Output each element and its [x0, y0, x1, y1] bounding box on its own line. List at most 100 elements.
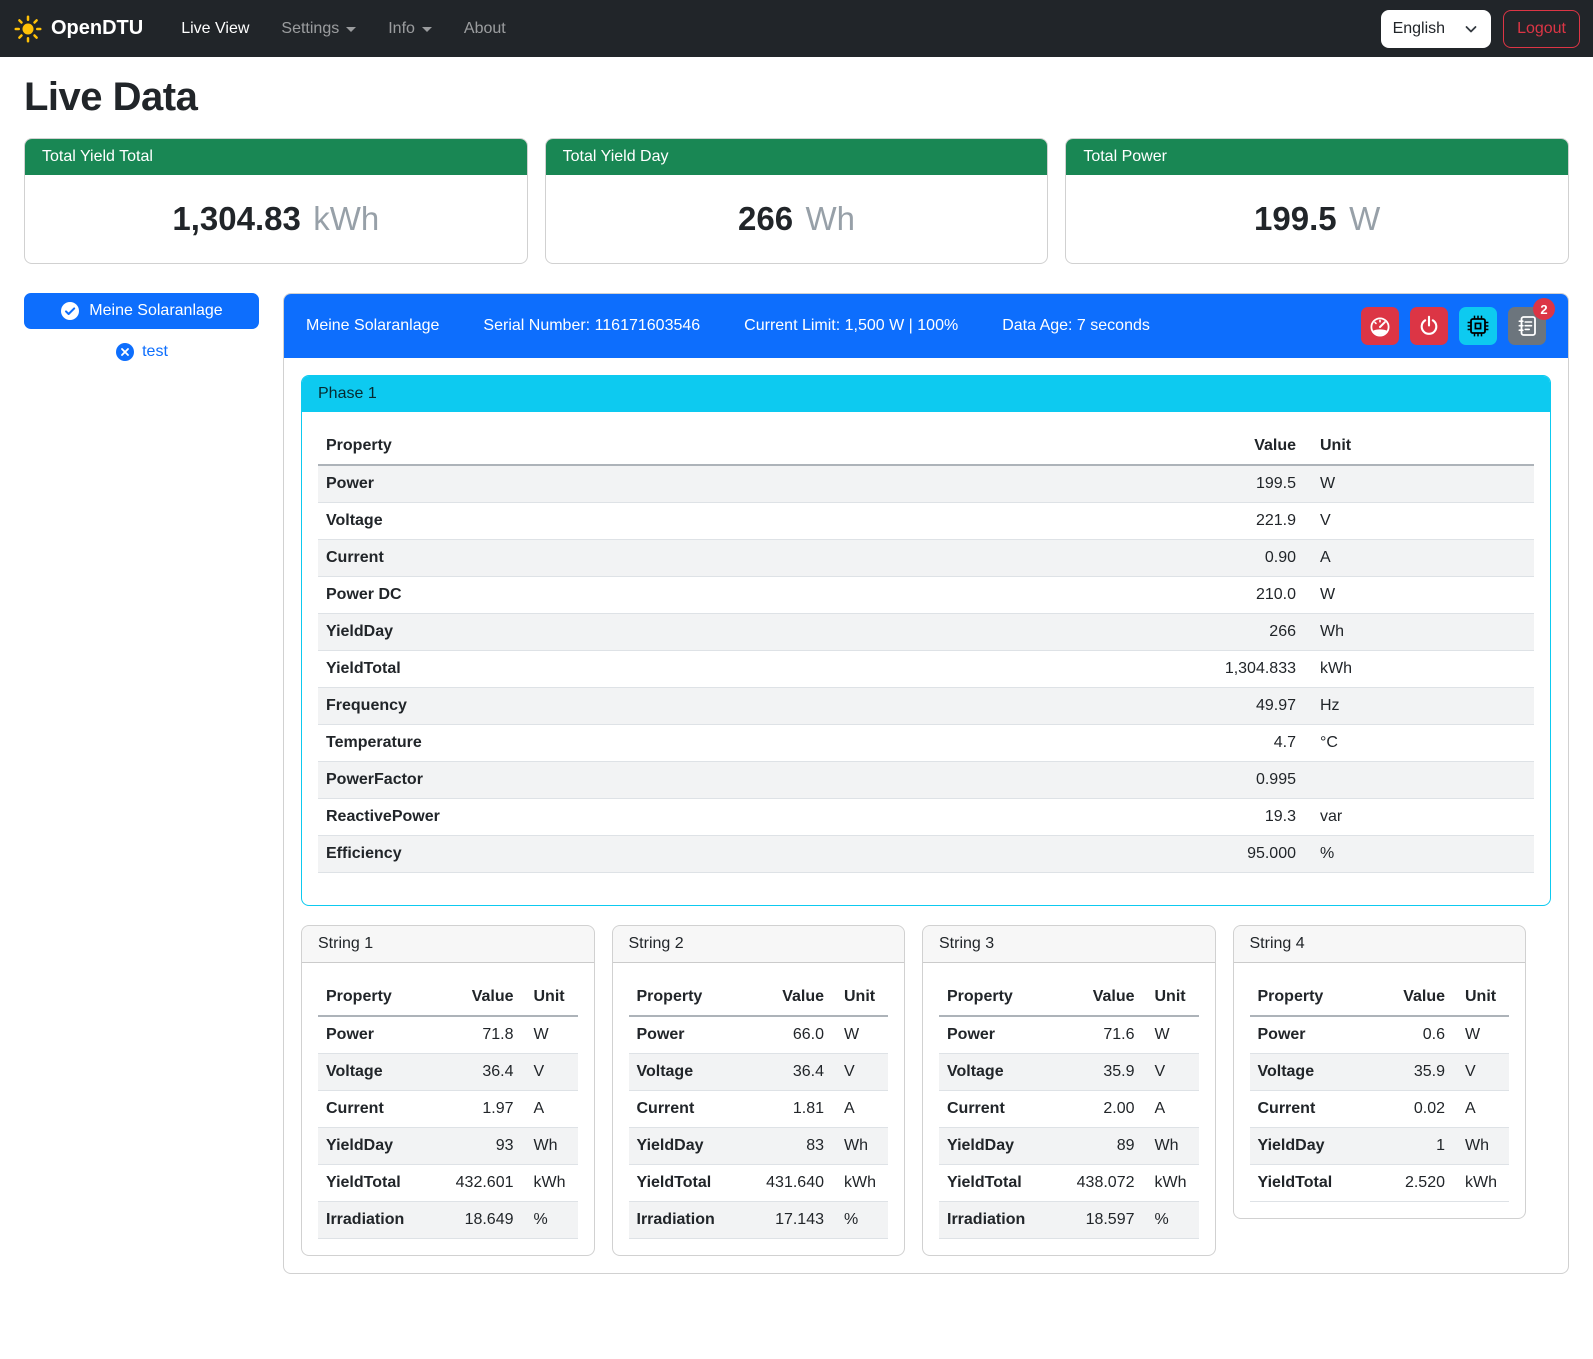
selected-inverter-label: Meine Solaranlage — [89, 302, 222, 320]
nav-item-live-view[interactable]: Live View — [165, 12, 265, 46]
total-power-card: Total Power 199.5 W — [1065, 138, 1569, 264]
string-card-title: String 4 — [1234, 926, 1526, 963]
property-cell: YieldDay — [1250, 1128, 1362, 1165]
unit-cell: V — [1304, 503, 1534, 540]
inverter-serial: Serial Number: 116171603546 — [483, 317, 700, 335]
property-cell: Frequency — [318, 688, 1184, 725]
table-row: PowerFactor 0.995 — [318, 762, 1534, 799]
cpu-icon — [1466, 314, 1490, 338]
unit-cell: % — [1304, 836, 1534, 873]
table-row: YieldTotal 438.072 kWh — [939, 1165, 1199, 1202]
unit-cell: A — [522, 1091, 578, 1128]
inverter-select-button[interactable]: Meine Solaranlage — [24, 293, 259, 329]
brand[interactable]: OpenDTU — [13, 14, 143, 44]
property-cell: Power — [629, 1016, 741, 1054]
value-cell: 1.81 — [740, 1091, 832, 1128]
inverter-card: Meine Solaranlage Serial Number: 1161716… — [283, 293, 1569, 1274]
column-property: Property — [1250, 979, 1362, 1016]
property-cell: Power DC — [318, 577, 1184, 614]
unit-cell: W — [1143, 1016, 1199, 1054]
value-cell: 2.520 — [1361, 1165, 1453, 1202]
column-unit: Unit — [832, 979, 888, 1016]
string-card-title: String 1 — [302, 926, 594, 963]
property-cell: Irradiation — [318, 1202, 430, 1239]
unit-cell: kWh — [1304, 651, 1534, 688]
event-log-button[interactable]: 2 — [1508, 307, 1546, 345]
logout-button[interactable]: Logout — [1503, 10, 1580, 48]
column-property: Property — [939, 979, 1051, 1016]
nav-item-info[interactable]: Info — [372, 12, 448, 46]
unit-cell: Wh — [1143, 1128, 1199, 1165]
unit-cell: V — [522, 1054, 578, 1091]
string-card-title: String 3 — [923, 926, 1215, 963]
table-row: Power 0.6 W — [1250, 1016, 1510, 1054]
device-info-button[interactable] — [1459, 307, 1497, 345]
total-yield-day-value: 266 — [738, 200, 793, 237]
property-cell: Voltage — [1250, 1054, 1362, 1091]
value-cell: 210.0 — [1184, 577, 1304, 614]
table-row: Current 1.97 A — [318, 1091, 578, 1128]
column-unit: Unit — [522, 979, 578, 1016]
value-cell: 35.9 — [1051, 1054, 1143, 1091]
unit-cell: W — [1453, 1016, 1509, 1054]
property-cell: Current — [629, 1091, 741, 1128]
property-cell: YieldTotal — [1250, 1165, 1362, 1202]
table-row: Temperature 4.7 °C — [318, 725, 1534, 762]
navbar-right: English Logout — [1381, 10, 1580, 48]
unit-cell: V — [832, 1054, 888, 1091]
string-card-title: String 2 — [613, 926, 905, 963]
total-power-value: 199.5 — [1254, 200, 1337, 237]
journal-text-icon — [1515, 314, 1539, 338]
property-cell: YieldTotal — [939, 1165, 1051, 1202]
speedometer-icon — [1368, 314, 1392, 338]
column-unit: Unit — [1304, 428, 1534, 465]
total-yield-day-unit: Wh — [806, 200, 856, 237]
table-row: YieldTotal 431.640 kWh — [629, 1165, 889, 1202]
table-row: YieldDay 266 Wh — [318, 614, 1534, 651]
unit-cell: Wh — [832, 1128, 888, 1165]
nav-item-about[interactable]: About — [448, 12, 522, 46]
inverter-list-sidebar: Meine Solaranlage test — [24, 293, 259, 362]
column-property: Property — [318, 428, 1184, 465]
column-value: Value — [430, 979, 522, 1016]
unit-cell: kWh — [1143, 1165, 1199, 1202]
property-cell: YieldDay — [318, 1128, 430, 1165]
string-3-card: String 3 Property Value Unit — [922, 925, 1216, 1256]
value-cell: 93 — [430, 1128, 522, 1165]
column-value: Value — [740, 979, 832, 1016]
inverter-name: Meine Solaranlage — [306, 317, 439, 335]
sun-icon — [13, 14, 43, 44]
inverter-limit: Current Limit: 1,500 W | 100% — [744, 317, 958, 335]
table-row: Power 71.6 W — [939, 1016, 1199, 1054]
card-title: Total Power — [1066, 139, 1568, 175]
column-value: Value — [1184, 428, 1304, 465]
summary-cards-row: Total Yield Total 1,304.83 kWh Total Yie… — [24, 138, 1569, 264]
check-circle-icon — [60, 301, 80, 321]
value-cell: 18.597 — [1051, 1202, 1143, 1239]
value-cell: 1.97 — [430, 1091, 522, 1128]
property-cell: Irradiation — [629, 1202, 741, 1239]
phase-panel-title: Phase 1 — [302, 376, 1550, 412]
unit-cell: % — [832, 1202, 888, 1239]
limit-settings-button[interactable] — [1361, 307, 1399, 345]
value-cell: 221.9 — [1184, 503, 1304, 540]
value-cell: 83 — [740, 1128, 832, 1165]
table-row: Voltage 36.4 V — [318, 1054, 578, 1091]
value-cell: 0.6 — [1361, 1016, 1453, 1054]
power-button[interactable] — [1410, 307, 1448, 345]
table-header-row: Property Value Unit — [629, 979, 889, 1016]
card-title: Total Yield Total — [25, 139, 527, 175]
table-row: Current 2.00 A — [939, 1091, 1199, 1128]
property-cell: Efficiency — [318, 836, 1184, 873]
property-cell: Voltage — [939, 1054, 1051, 1091]
table-row: Power 71.8 W — [318, 1016, 578, 1054]
unit-cell: W — [1304, 465, 1534, 503]
table-row: Power 199.5 W — [318, 465, 1534, 503]
value-cell: 95.000 — [1184, 836, 1304, 873]
property-cell: Voltage — [629, 1054, 741, 1091]
value-cell: 2.00 — [1051, 1091, 1143, 1128]
nav-item-settings[interactable]: Settings — [265, 12, 372, 46]
unit-cell: A — [832, 1091, 888, 1128]
inverter-item-test[interactable]: test — [24, 342, 259, 362]
language-select[interactable]: English — [1381, 10, 1491, 48]
